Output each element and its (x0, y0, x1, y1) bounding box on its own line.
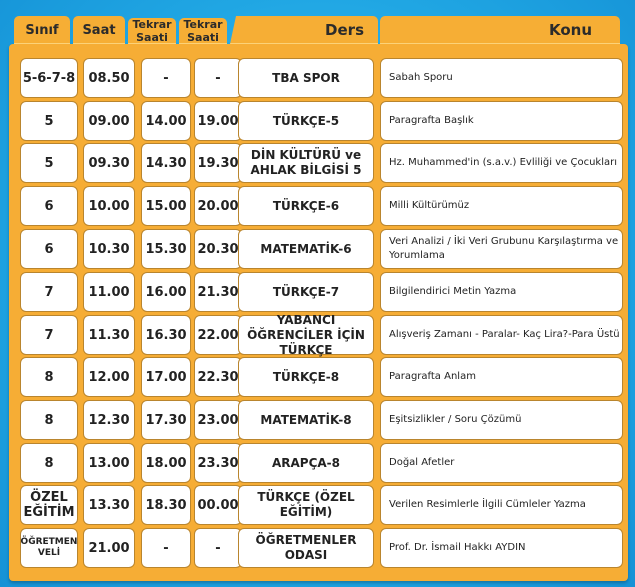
cell-ders: TÜRKÇE (ÖZEL EĞİTİM) (238, 485, 374, 525)
cell-konu: Veri Analizi / İki Veri Grubunu Karşılaş… (380, 229, 623, 269)
cell-sinif: 5-6-7-8 (20, 58, 78, 98)
cell-saat: 13.30 (83, 485, 135, 525)
table-row: 6 10.30 15.30 20.30 MATEMATİK-6 Veri Analizi … (9, 229, 628, 269)
cell-konu: Paragrafta Anlam (380, 357, 623, 397)
cell-ders: MATEMATİK-6 (238, 229, 374, 269)
header-sinif: Sınıf (14, 16, 70, 44)
cell-saat: 09.30 (83, 143, 135, 183)
table-row: 5 09.00 14.00 19.00 TÜRKÇE-5 Paragrafta Başlı… (9, 101, 628, 141)
cell-ders: MATEMATİK-8 (238, 400, 374, 440)
cell-konu: Hz. Muhammed'in (s.a.v.) Evliliği ve Çoc… (380, 143, 623, 183)
cell-tekrar-1: 14.00 (141, 101, 191, 141)
cell-tekrar-2: 20.00 (194, 186, 242, 226)
cell-sinif: 8 (20, 357, 78, 397)
cell-konu: Verilen Resimlerle İlgili Cümleler Yazma (380, 485, 623, 525)
cell-konu: Bilgilendirici Metin Yazma (380, 272, 623, 312)
cell-ders: ARAPÇA-8 (238, 443, 374, 483)
header-saat: Saat (73, 16, 125, 44)
cell-tekrar-1: 18.30 (141, 485, 191, 525)
cell-tekrar-1: 18.00 (141, 443, 191, 483)
cell-tekrar-1: 17.30 (141, 400, 191, 440)
cell-tekrar-2: - (194, 58, 242, 98)
table-row: ÖĞRETMEN VELİ 21.00- - ÖĞRETMENLER ODASI Pro… (9, 528, 628, 568)
cell-konu: Prof. Dr. İsmail Hakkı AYDIN (380, 528, 623, 568)
cell-tekrar-2: 22.30 (194, 357, 242, 397)
header-konu: Konu (380, 16, 620, 44)
cell-tekrar-1: 15.00 (141, 186, 191, 226)
cell-saat: 08.50 (83, 58, 135, 98)
cell-konu: Alışveriş Zamanı - Paralar- Kaç Lira?-Pa… (380, 315, 623, 355)
cell-tekrar-2: 21.30 (194, 272, 242, 312)
cell-konu: Paragrafta Başlık (380, 101, 623, 141)
cell-sinif: 8 (20, 400, 78, 440)
cell-saat: 10.00 (83, 186, 135, 226)
table-row: 8 13.00 18.00 23.30 ARAPÇA-8 Doğal Afetler (9, 443, 628, 483)
cell-sinif: 5 (20, 101, 78, 141)
cell-tekrar-1: - (141, 58, 191, 98)
cell-ders: YABANCI ÖĞRENCİLER İÇİN TÜRKÇE (238, 313, 374, 357)
cell-ders: ÖĞRETMENLER ODASI (238, 528, 374, 568)
cell-tekrar-2: 23.00 (194, 400, 242, 440)
cell-tekrar-2: 23.30 (194, 443, 242, 483)
cell-saat: 11.30 (83, 315, 135, 355)
cell-tekrar-1: - (141, 528, 191, 568)
table-row: 8 12.30 17.30 23.00 MATEMATİK-8 Eşitsizlikler… (9, 400, 628, 440)
header-tekrar-1: Tekrar Saati (128, 18, 176, 44)
table-row: 8 12.00 17.00 22.30 TÜRKÇE-8 Paragrafta Anlam (9, 357, 628, 397)
table-row: 5 09.30 14.30 19.30 DİN KÜLTÜRÜ ve AHLAK BİL… (9, 143, 628, 183)
table-row: 6 10.00 15.00 20.00 TÜRKÇE-6 Milli Kültürümüz (9, 186, 628, 226)
cell-tekrar-2: 19.30 (194, 143, 242, 183)
cell-saat: 09.00 (83, 101, 135, 141)
cell-tekrar-1: 14.30 (141, 143, 191, 183)
header-ders: Ders (230, 16, 378, 44)
cell-saat: 10.30 (83, 229, 135, 269)
cell-konu: Milli Kültürümüz (380, 186, 623, 226)
cell-tekrar-1: 16.00 (141, 272, 191, 312)
cell-ders: TÜRKÇE-7 (238, 272, 374, 312)
cell-ders: TBA SPOR (238, 58, 374, 98)
cell-tekrar-2: 19.00 (194, 101, 242, 141)
cell-tekrar-1: 16.30 (141, 315, 191, 355)
cell-tekrar-2: 22.00 (194, 315, 242, 355)
cell-saat: 13.00 (83, 443, 135, 483)
table-header: Sınıf Saat Tekrar Saati Tekrar Saati Der… (0, 0, 635, 46)
cell-saat: 12.30 (83, 400, 135, 440)
cell-tekrar-2: 00.00 (194, 485, 242, 525)
cell-saat: 21.00 (83, 528, 135, 568)
cell-konu: Doğal Afetler (380, 443, 623, 483)
table-row: 5-6-7-8 08.50- - TBA SPOR Sabah Sporu (9, 58, 628, 98)
cell-sinif: 8 (20, 443, 78, 483)
cell-saat: 11.00 (83, 272, 135, 312)
cell-konu: Sabah Sporu (380, 58, 623, 98)
table-row: 7 11.00 16.00 21.30 TÜRKÇE-7 Bilgilendirici M… (9, 272, 628, 312)
cell-tekrar-1: 15.30 (141, 229, 191, 269)
cell-sinif: 7 (20, 315, 78, 355)
cell-tekrar-2: - (194, 528, 242, 568)
cell-sinif: ÖĞRETMEN VELİ (20, 528, 78, 568)
table-row: ÖZEL EĞİTİM 13.30 18.30 00.00 TÜRKÇE (ÖZEL E… (9, 485, 628, 525)
cell-ders: DİN KÜLTÜRÜ ve AHLAK BİLGİSİ 5 (238, 143, 374, 183)
cell-sinif: 5 (20, 143, 78, 183)
cell-ders: TÜRKÇE-8 (238, 357, 374, 397)
cell-sinif: 6 (20, 229, 78, 269)
table-row: 7 11.30 16.30 22.00 YABANCI ÖĞRENCİLER İÇİN … (9, 313, 628, 357)
cell-konu: Eşitsizlikler / Soru Çözümü (380, 400, 623, 440)
header-tekrar-2: Tekrar Saati (179, 18, 227, 44)
cell-ders: TÜRKÇE-5 (238, 101, 374, 141)
cell-sinif: ÖZEL EĞİTİM (20, 485, 78, 525)
cell-tekrar-1: 17.00 (141, 357, 191, 397)
cell-ders: TÜRKÇE-6 (238, 186, 374, 226)
cell-sinif: 6 (20, 186, 78, 226)
cell-saat: 12.00 (83, 357, 135, 397)
schedule-table: 5-6-7-8 08.50- - TBA SPOR Sabah Sporu 5 09.00 1… (9, 44, 628, 581)
cell-tekrar-2: 20.30 (194, 229, 242, 269)
cell-sinif: 7 (20, 272, 78, 312)
